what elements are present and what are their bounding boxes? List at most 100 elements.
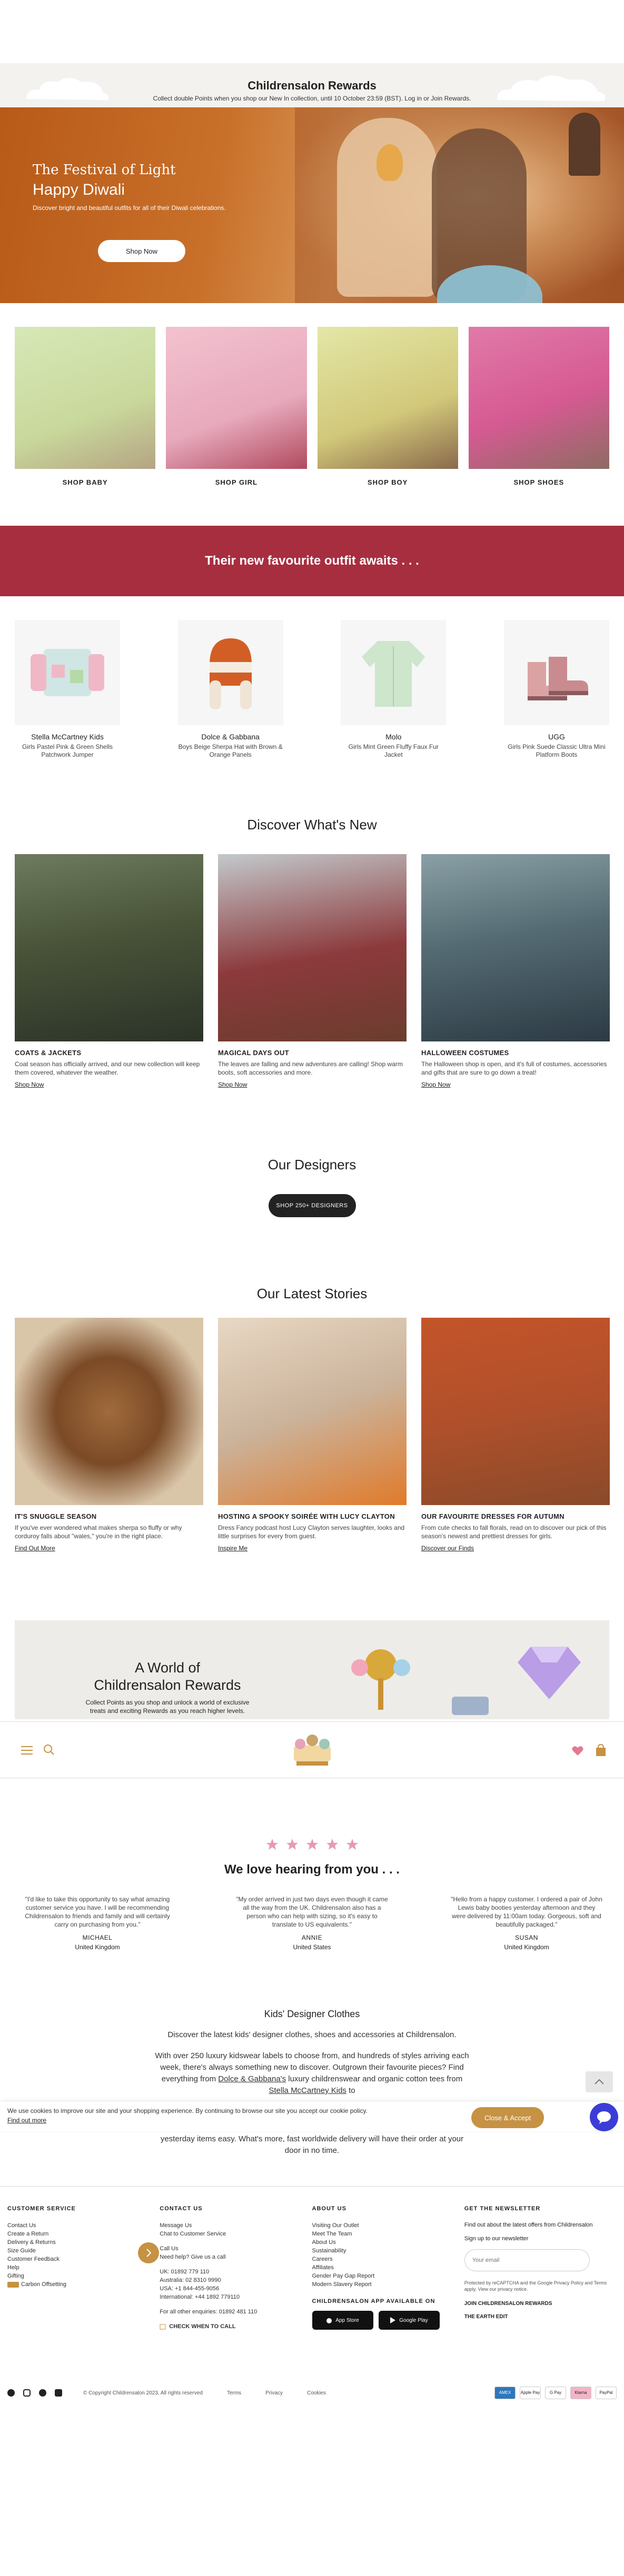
product-name[interactable]: Boys Beige Sherpa Hat with Brown & Orang… xyxy=(178,743,283,759)
privacy-link[interactable]: Privacy xyxy=(265,2390,283,2396)
footer-link[interactable]: Call Us xyxy=(160,2244,312,2253)
hero-banner[interactable]: The Festival of Light Happy Diwali Disco… xyxy=(0,107,624,303)
footer-link[interactable]: About Us xyxy=(312,2238,464,2247)
shopping-bag-icon[interactable] xyxy=(595,1744,607,1757)
footer-link[interactable]: Sustainability xyxy=(312,2247,464,2255)
card-link[interactable]: Find Out More xyxy=(15,1545,55,1552)
card-title[interactable]: IT'S SNUGGLE SEASON xyxy=(15,1512,203,1520)
tiktok-icon[interactable] xyxy=(55,2389,62,2397)
rewards-world-banner[interactable]: A World of Childrensalon Rewards Collect… xyxy=(15,1620,609,1719)
footer-link[interactable]: Size Guide xyxy=(7,2247,160,2255)
category-image[interactable] xyxy=(468,327,609,469)
story-card[interactable]: OUR FAVOURITE DRESSES FOR AUTUMN From cu… xyxy=(421,1318,610,1552)
product-name[interactable]: Girls Pink Suede Classic Ultra Mini Plat… xyxy=(504,743,609,759)
footer-link[interactable]: Contact Us xyxy=(7,2221,160,2230)
card-image[interactable] xyxy=(15,854,203,1041)
shop-girl-tile[interactable]: SHOP GIRL xyxy=(166,327,307,486)
cookie-find-out-more-link[interactable]: Find out more xyxy=(7,2117,46,2124)
instagram-icon[interactable] xyxy=(23,2389,31,2397)
shop-shoes-tile[interactable]: SHOP SHOES xyxy=(468,327,609,486)
heart-icon[interactable] xyxy=(571,1745,584,1757)
whats-new-card[interactable]: MAGICAL DAYS OUT The leaves are falling … xyxy=(218,854,407,1088)
join-rewards-link[interactable]: JOIN CHILDRENSALON REWARDS xyxy=(464,2301,617,2307)
app-store-badge[interactable]: App Store xyxy=(312,2311,373,2330)
product-name[interactable]: Girls Mint Green Fluffy Faux Fur Jacket xyxy=(341,743,446,759)
pinterest-icon[interactable] xyxy=(39,2389,46,2397)
category-label[interactable]: SHOP GIRL xyxy=(166,478,306,486)
scroll-to-top-button[interactable] xyxy=(586,2071,613,2092)
product-brand[interactable]: UGG xyxy=(504,733,609,741)
whats-new-card[interactable]: HALLOWEEN COSTUMES The Halloween shop is… xyxy=(421,854,610,1088)
product-card[interactable]: Molo Girls Mint Green Fluffy Faux Fur Ja… xyxy=(341,620,447,759)
category-label[interactable]: SHOP BABY xyxy=(15,478,155,486)
footer-link[interactable]: Modern Slavery Report xyxy=(312,2280,464,2289)
shop-now-button[interactable]: Shop Now xyxy=(98,240,185,262)
card-link[interactable]: Shop Now xyxy=(218,1081,247,1088)
card-link[interactable]: Shop Now xyxy=(421,1081,450,1088)
category-image[interactable] xyxy=(15,327,156,469)
footer-link[interactable]: Help xyxy=(7,2263,160,2272)
google-play-badge[interactable]: Google Play xyxy=(378,2311,440,2330)
footer-link[interactable]: Gender Pay Gap Report xyxy=(312,2272,464,2280)
shop-boy-tile[interactable]: SHOP BOY xyxy=(317,327,458,486)
product-card[interactable]: UGG Girls Pink Suede Classic Ultra Mini … xyxy=(503,620,609,759)
phone-number[interactable]: USA: +1 844-455-9056 xyxy=(160,2284,312,2293)
card-link[interactable]: Inspire Me xyxy=(218,1545,247,1552)
childrensalon-logo[interactable] xyxy=(289,1732,336,1769)
card-image[interactable] xyxy=(421,1318,610,1505)
whats-new-card[interactable]: COATS & JACKETS Coat season has official… xyxy=(15,854,203,1088)
product-brand[interactable]: Dolce & Gabbana xyxy=(178,733,283,741)
phone-number[interactable]: Australia: 02 8310 9990 xyxy=(160,2276,312,2284)
footer-link[interactable]: Visiting Our Outlet xyxy=(312,2221,464,2230)
chat-button[interactable] xyxy=(590,2103,618,2131)
product-card[interactable]: Dolce & Gabbana Boys Beige Sherpa Hat wi… xyxy=(177,620,283,759)
category-image[interactable] xyxy=(317,327,458,469)
shop-baby-tile[interactable]: SHOP BABY xyxy=(15,327,156,486)
footer-link[interactable]: Create a Return xyxy=(7,2230,160,2238)
search-icon[interactable] xyxy=(43,1744,55,1756)
phone-number[interactable]: International: +44 1892 779110 xyxy=(160,2293,312,2301)
cookies-link[interactable]: Cookies xyxy=(307,2390,326,2396)
product-brand[interactable]: Molo xyxy=(341,733,446,741)
category-label[interactable]: SHOP BOY xyxy=(318,478,458,486)
card-title[interactable]: OUR FAVOURITE DRESSES FOR AUTUMN xyxy=(421,1512,610,1520)
product-image[interactable] xyxy=(503,620,609,725)
card-image[interactable] xyxy=(218,1318,407,1505)
stella-mccartney-link[interactable]: Stella McCartney Kids xyxy=(269,2086,346,2095)
footer-link[interactable]: Affiliates xyxy=(312,2263,464,2272)
terms-link[interactable]: Terms xyxy=(227,2390,241,2396)
product-card[interactable]: Stella McCartney Kids Girls Pastel Pink … xyxy=(15,620,120,759)
shop-designers-button[interactable]: SHOP 250+ DESIGNERS xyxy=(268,1194,356,1217)
card-title[interactable]: HALLOWEEN COSTUMES xyxy=(421,1049,610,1057)
newsletter-email-input[interactable] xyxy=(464,2249,590,2271)
footer-link[interactable]: Gifting xyxy=(7,2272,160,2280)
product-name[interactable]: Girls Pastel Pink & Green Shells Patchwo… xyxy=(15,743,120,759)
product-image[interactable] xyxy=(341,620,447,725)
menu-icon[interactable] xyxy=(21,1746,33,1755)
footer-link[interactable]: Meet The Team xyxy=(312,2230,464,2238)
story-card[interactable]: HOSTING A SPOOKY SOIRÉE WITH LUCY CLAYTO… xyxy=(218,1318,407,1552)
card-image[interactable] xyxy=(15,1318,203,1505)
story-card[interactable]: IT'S SNUGGLE SEASON If you've ever wonde… xyxy=(15,1318,203,1552)
product-image[interactable] xyxy=(15,620,120,725)
earth-edit-link[interactable]: THE EARTH EDIT xyxy=(464,2314,617,2320)
product-brand[interactable]: Stella McCartney Kids xyxy=(15,733,120,741)
card-link[interactable]: Shop Now xyxy=(15,1081,44,1088)
card-title[interactable]: COATS & JACKETS xyxy=(15,1049,203,1057)
dolce-gabbana-link[interactable]: Dolce & Gabbana's xyxy=(218,2074,286,2083)
card-title[interactable]: MAGICAL DAYS OUT xyxy=(218,1049,407,1057)
footer-link[interactable]: Careers xyxy=(312,2255,464,2263)
footer-link[interactable]: Carbon Offsetting xyxy=(7,2280,160,2289)
category-label[interactable]: SHOP SHOES xyxy=(469,478,609,486)
card-image[interactable] xyxy=(421,854,610,1041)
newsletter-submit-button[interactable] xyxy=(138,2242,159,2263)
check-when-to-call-link[interactable]: CHECK WHEN TO CALL xyxy=(160,2322,312,2331)
card-image[interactable] xyxy=(218,854,407,1041)
footer-link[interactable]: Delivery & Returns xyxy=(7,2238,160,2247)
footer-link[interactable]: Customer Feedback xyxy=(7,2255,160,2263)
product-image[interactable] xyxy=(177,620,283,725)
card-title[interactable]: HOSTING A SPOOKY SOIRÉE WITH LUCY CLAYTO… xyxy=(218,1512,407,1520)
facebook-icon[interactable] xyxy=(7,2389,15,2397)
close-accept-button[interactable]: Close & Accept xyxy=(471,2107,544,2128)
card-link[interactable]: Discover our Finds xyxy=(421,1545,474,1552)
